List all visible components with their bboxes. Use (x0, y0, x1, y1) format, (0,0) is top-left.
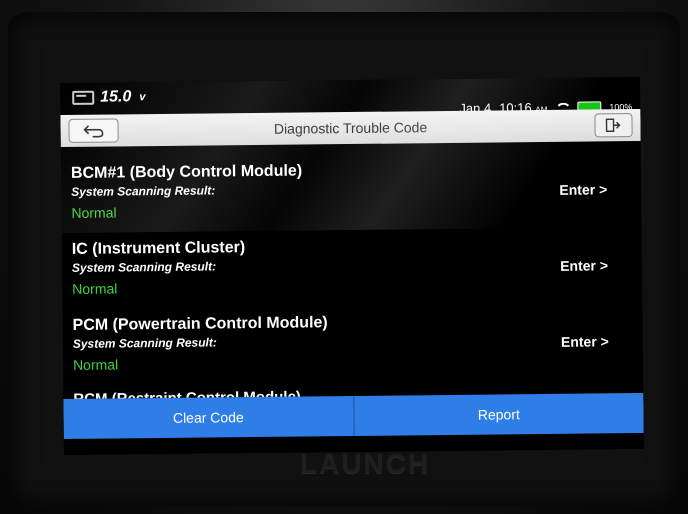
scan-result-label: System Scanning Result: (71, 259, 217, 275)
voltage-unit: v (139, 91, 146, 104)
module-name: PCM (Powertrain Control Module) (72, 314, 328, 334)
module-name: BCM#1 (Body Control Module) (70, 162, 303, 182)
scan-result-value: Normal (72, 280, 118, 297)
page-title: Diagnostic Trouble Code (273, 119, 428, 137)
back-arrow-icon (83, 125, 104, 138)
status-bar: 15.0v Jan 4 10:16 AM 100% (60, 77, 640, 116)
car-battery-icon (72, 90, 95, 105)
module-list: BCM#1 (Body Control Module) System Scann… (61, 147, 643, 381)
title-bar: Diagnostic Trouble Code (60, 108, 641, 148)
scan-result-value: Normal (72, 356, 119, 373)
enter-button[interactable]: Enter > (561, 333, 609, 350)
device-screen: 15.0v Jan 4 10:16 AM 100% Diagnostic Tro… (60, 76, 644, 456)
voltage-indicator: 15.0 v (72, 88, 146, 107)
report-button[interactable]: Report (352, 392, 644, 436)
module-name: IC (Instrument Cluster) (71, 239, 246, 258)
scan-result-value: Normal (71, 204, 117, 221)
clear-code-button[interactable]: Clear Code (63, 395, 354, 440)
module-row: PCM (Powertrain Control Module) System S… (62, 299, 643, 381)
bottom-action-bar: Clear Code Report (63, 392, 644, 440)
exit-button[interactable] (594, 113, 633, 138)
module-row: IC (Instrument Cluster) System Scanning … (62, 223, 643, 305)
voltage-value: 15.0 (100, 88, 132, 106)
back-button[interactable] (68, 118, 119, 143)
enter-button[interactable]: Enter > (559, 181, 607, 198)
module-row: BCM#1 (Body Control Module) System Scann… (61, 147, 642, 229)
scan-result-label: System Scanning Result: (72, 335, 217, 351)
brand-logo: LAUNCH (300, 448, 431, 479)
enter-button[interactable]: Enter > (560, 257, 608, 274)
scan-result-label: System Scanning Result: (71, 183, 216, 199)
exit-icon (605, 118, 621, 133)
